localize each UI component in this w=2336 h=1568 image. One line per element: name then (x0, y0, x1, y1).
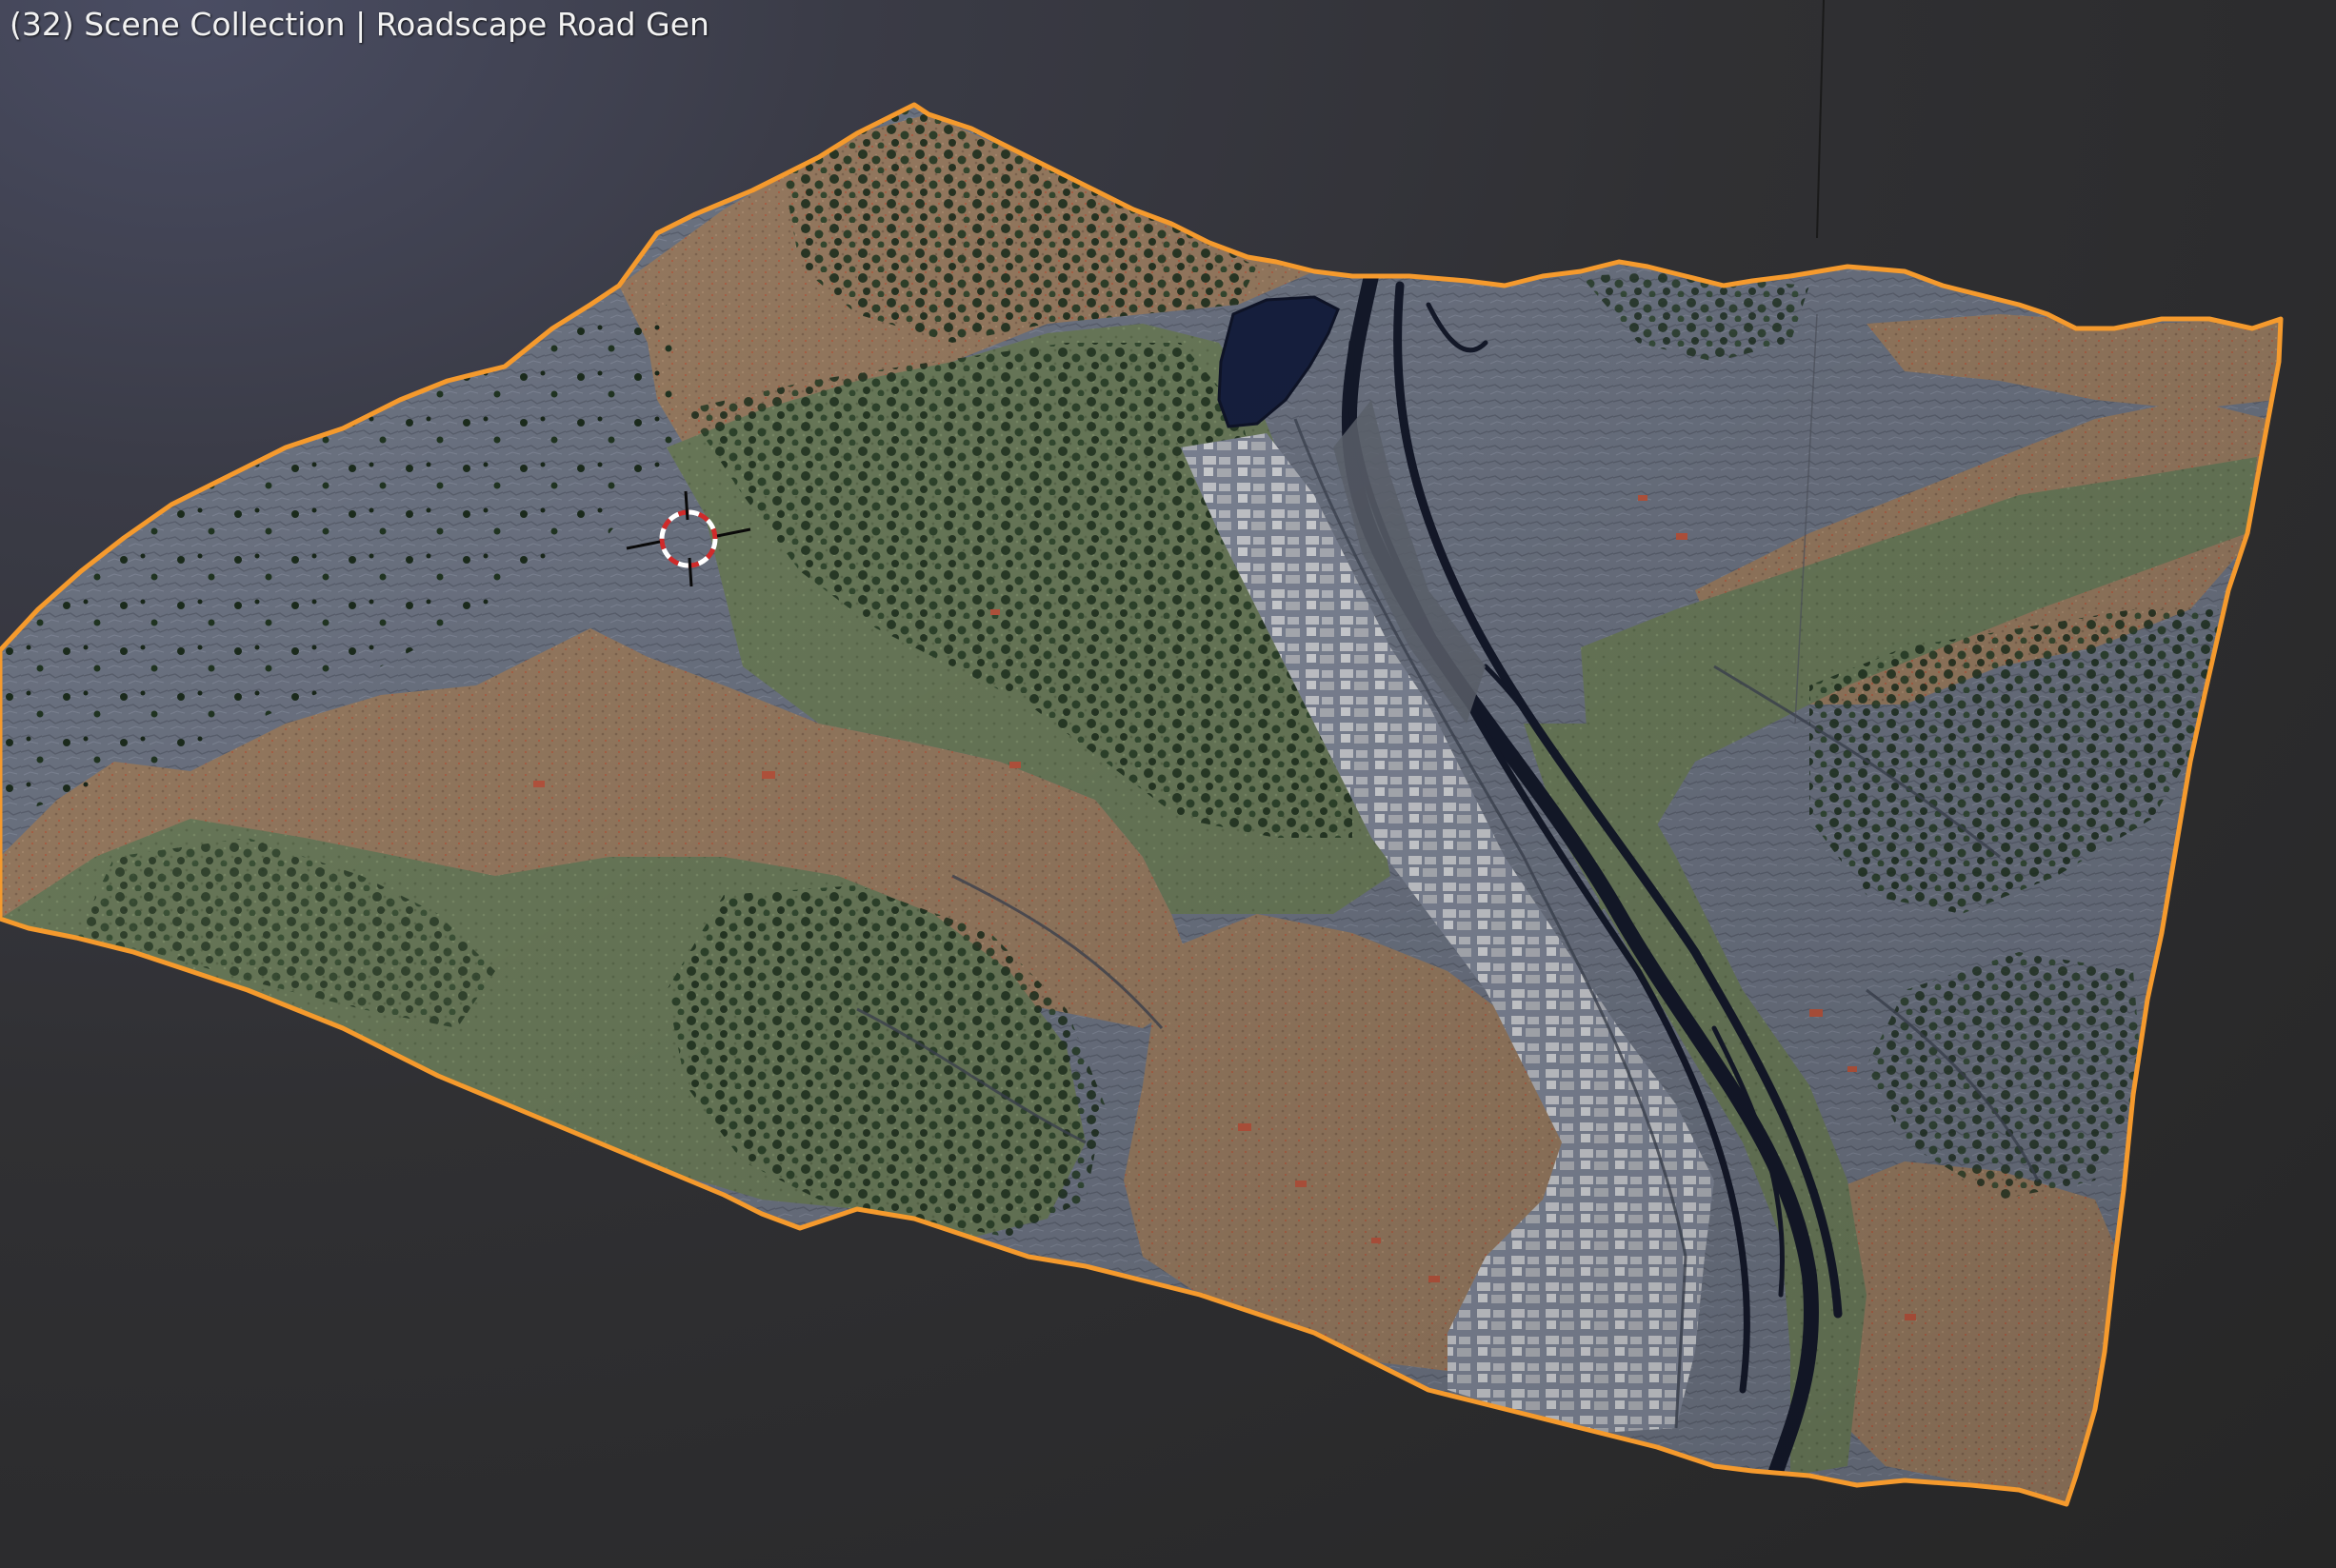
terrain-scene[interactable] (0, 0, 2336, 1568)
terrain-shading (0, 105, 2281, 1504)
active-object-name: Roadscape Road Gen (375, 6, 709, 43)
info-separator: | (355, 6, 367, 43)
viewport-info-text: (32) Scene Collection | Roadscape Road G… (10, 6, 709, 43)
3d-viewport[interactable]: (32) Scene Collection | Roadscape Road G… (0, 0, 2336, 1568)
collection-name: Scene Collection (84, 6, 346, 43)
frame-number: (32) (10, 6, 74, 43)
terrain-mesh[interactable] (0, 95, 2336, 1523)
light-parent-line (1816, 0, 1825, 239)
